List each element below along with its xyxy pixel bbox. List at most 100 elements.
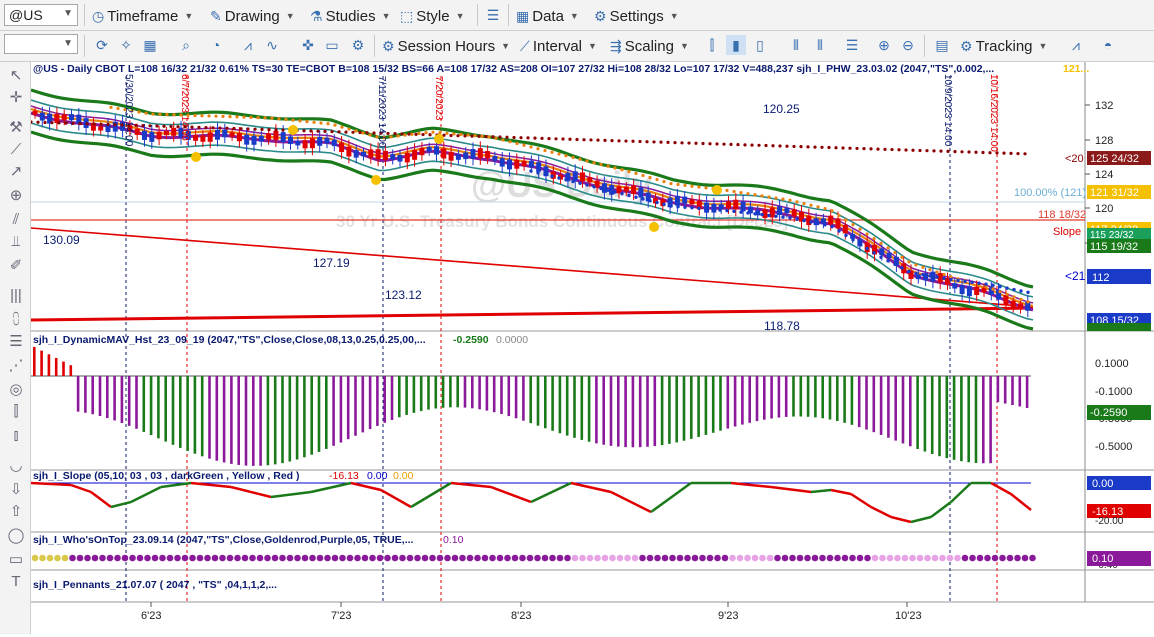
who-dot <box>384 554 391 562</box>
timeframe-menu[interactable]: ◷ Timeframe ▼ <box>92 4 193 28</box>
tracking-menu[interactable]: ⚙ Tracking ▼ <box>960 34 1047 58</box>
who-dot <box>309 554 316 562</box>
channel-icon[interactable]: ⫽ <box>6 210 26 230</box>
ma-dot <box>291 118 295 122</box>
crosshair-icon[interactable]: ✛ <box>6 88 26 108</box>
ma-dot <box>550 174 554 178</box>
who-dot <box>91 554 99 562</box>
volume-bars-2-icon[interactable]: ⦀ <box>810 35 830 55</box>
pulse-icon[interactable]: ∿ <box>262 35 282 55</box>
candle-body <box>879 248 885 256</box>
gauge-icon[interactable]: ◔ <box>206 35 226 55</box>
zoom-in-icon[interactable]: ⊕ <box>874 35 894 55</box>
ma-dot <box>823 206 827 211</box>
price-tag <box>1087 323 1151 331</box>
volume-bars-icon[interactable]: ⦀ <box>786 35 806 55</box>
session-hours-menu[interactable]: ⚙ Session Hours ▼ <box>382 34 510 58</box>
who-dot <box>691 554 699 562</box>
fib-icon[interactable]: ⩇ <box>6 310 26 330</box>
bars-icon[interactable]: ⫿ <box>702 35 722 55</box>
brush-icon[interactable]: ✐ <box>6 256 26 276</box>
data-menu[interactable]: ▦ Data ▼ <box>516 4 579 28</box>
layout-icon[interactable]: ☰ <box>842 35 862 55</box>
who-dot <box>331 554 339 562</box>
candle-body <box>609 185 615 195</box>
histogram-bar <box>354 376 357 436</box>
chart-area[interactable]: @US Daily 30 Yr U.S. Treasury Bonds Cont… <box>29 62 1154 634</box>
wand-icon[interactable]: ✧ <box>116 35 136 55</box>
interval-input[interactable]: ▼ <box>4 34 78 54</box>
pointer-icon[interactable]: ↖ <box>6 66 26 86</box>
histogram-bar <box>741 376 744 425</box>
speed-lines-icon[interactable]: ⋰ <box>6 356 26 376</box>
time-icon[interactable]: ⫾ <box>6 426 26 446</box>
levels-icon[interactable]: ☰ <box>6 332 26 352</box>
candle-body <box>492 156 498 161</box>
gear-icon[interactable]: ⚙ <box>348 35 368 55</box>
spiral-icon[interactable]: ◎ <box>6 380 26 400</box>
candle-body <box>470 149 476 159</box>
scaling-menu[interactable]: ⇶ Scaling ▼ <box>610 34 689 58</box>
ma-dot <box>774 214 778 218</box>
zoom-out-icon[interactable]: ⊖ <box>898 35 918 55</box>
magnifier-icon[interactable]: ⌕ <box>176 35 196 55</box>
ma-dot <box>652 140 656 144</box>
histogram-bar <box>346 376 350 440</box>
grid-icon[interactable]: ▦ <box>140 35 160 55</box>
ma-dot <box>669 182 673 186</box>
ray-icon[interactable]: ↗ <box>6 162 26 182</box>
style-menu[interactable]: ⬚ Style ▼ <box>400 4 465 28</box>
tools-icon[interactable]: ✜ <box>298 35 318 55</box>
drawing-menu[interactable]: ✎ Drawing ▼ <box>210 4 295 28</box>
gann-icon[interactable]: ⫫ <box>6 232 26 252</box>
ma-dot <box>305 120 309 124</box>
ma-dot <box>900 255 904 259</box>
arrow-up-icon[interactable]: ⇧ <box>6 502 26 522</box>
ma-dot <box>697 185 701 189</box>
ma-dot <box>148 124 152 128</box>
arc-icon[interactable]: ◡ <box>6 456 26 476</box>
bars-icon[interactable]: ||| <box>6 286 26 306</box>
candle-body <box>324 137 330 144</box>
symbol-input[interactable]: @US ▼ <box>4 4 78 26</box>
ma-dot <box>557 176 561 180</box>
ma-dot <box>774 196 778 200</box>
date-axis-label: 10'23 <box>895 610 922 622</box>
wrench-icon[interactable]: ⚒ <box>6 118 26 138</box>
interval-label: Interval <box>532 37 583 55</box>
who-dot <box>901 554 909 562</box>
studies-menu[interactable]: ⚗ Studies ▼ <box>310 4 391 28</box>
ma-dot <box>421 132 425 137</box>
data-window-icon[interactable]: ▤ <box>932 35 952 55</box>
rectangle-icon[interactable]: ▭ <box>6 550 26 570</box>
ellipse-icon[interactable]: ◯ <box>6 526 26 546</box>
text-icon[interactable]: T <box>6 572 26 592</box>
trendline-icon[interactable]: ⟋ <box>6 140 26 160</box>
layout-icon[interactable]: ☰ <box>483 5 503 25</box>
speedometer-icon[interactable]: ◓ <box>1098 35 1118 55</box>
screen-icon[interactable]: ▭ <box>322 35 342 55</box>
candle-body <box>623 186 629 192</box>
candlestick-icon[interactable]: ▮ <box>726 35 746 55</box>
histogram-bar <box>54 357 58 376</box>
who-dot <box>361 554 369 562</box>
who-dot <box>421 554 429 562</box>
who-dot <box>114 554 121 562</box>
ma-dot <box>893 250 897 255</box>
ma-dot <box>778 144 782 148</box>
histogram-bar <box>879 376 883 435</box>
settings-menu[interactable]: ⚙ Settings ▼ <box>594 4 679 28</box>
cycle-icon[interactable]: ⫿ <box>6 402 26 422</box>
refresh-icon[interactable]: ⟳ <box>92 35 112 55</box>
who-pane-label: sjh_I_Who'sOnTop_23.09.14 (2047,"TS",Clo… <box>33 534 414 546</box>
horizontal-line-icon[interactable]: ⊕ <box>6 186 26 206</box>
add-chart-icon[interactable]: ⩘ <box>1066 35 1086 55</box>
who-dot <box>624 554 631 562</box>
arrow-down-icon[interactable]: ⇩ <box>6 480 26 500</box>
interval-menu[interactable]: ⟋ Interval ▼ <box>520 34 597 58</box>
chart-icon[interactable]: ⩘ <box>238 35 258 55</box>
histogram-bar <box>368 376 372 430</box>
who-dot <box>961 554 969 562</box>
hollow-candle-icon[interactable]: ▯ <box>750 35 770 55</box>
ma-dot <box>802 201 806 206</box>
